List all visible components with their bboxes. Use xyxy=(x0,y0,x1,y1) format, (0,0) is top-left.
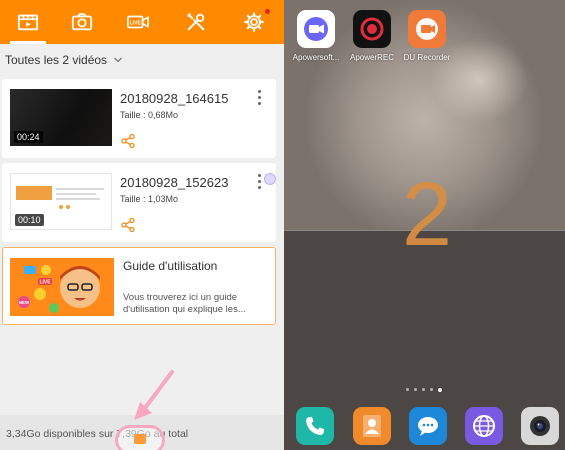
page-dot xyxy=(414,388,417,391)
camera-icon xyxy=(71,13,93,31)
notification-dot xyxy=(265,9,270,14)
page-dot xyxy=(422,388,425,391)
tab-settings[interactable] xyxy=(226,0,282,44)
phone-home-screen: Apowersoft... ApowerREC DU Recorder 2 xyxy=(284,0,565,450)
guide-illustration: LIVE NEW xyxy=(10,258,114,316)
app-label: Apowersoft... xyxy=(292,53,340,62)
phone-icon[interactable] xyxy=(296,407,334,445)
page-dot-active xyxy=(438,387,442,392)
video-app-panel: LIVE Toutes les 2 vidéos 00:24 20180928_… xyxy=(0,0,284,450)
page-indicator xyxy=(406,387,442,392)
page-dot xyxy=(430,388,433,391)
share-icon[interactable] xyxy=(120,133,136,149)
guide-badge-live: LIVE xyxy=(39,280,51,286)
filter-label: Toutes les 2 vidéos xyxy=(5,53,108,67)
video-thumbnail[interactable]: 00:10 xyxy=(10,173,112,230)
contacts-icon[interactable] xyxy=(353,407,391,445)
more-options-icon[interactable] xyxy=(254,89,264,107)
tab-live[interactable]: LIVE xyxy=(110,0,166,44)
app-apowersoft[interactable]: Apowersoft... xyxy=(286,10,346,62)
video-size: Taille : 1,03Mo xyxy=(120,194,179,204)
apowersoft-icon xyxy=(297,10,335,48)
page-dot xyxy=(406,388,409,391)
top-tab-bar: LIVE xyxy=(0,0,284,44)
record-fab-button[interactable] xyxy=(115,425,165,450)
tab-screenshot[interactable] xyxy=(54,0,110,44)
video-duration: 00:10 xyxy=(15,214,44,226)
floating-record-button[interactable] xyxy=(264,173,276,185)
chevron-down-icon xyxy=(114,57,123,63)
video-title: 20180928_164615 xyxy=(120,91,229,106)
recorder-icon xyxy=(134,434,146,444)
tools-icon xyxy=(187,13,205,31)
camera-icon[interactable] xyxy=(521,407,559,445)
guide-badge-new: NEW xyxy=(19,300,30,305)
user-guide-card[interactable]: LIVE NEW Guide d'utilisation Vous trouve… xyxy=(2,247,276,325)
countdown-number: 2 xyxy=(402,165,453,265)
share-icon[interactable] xyxy=(120,217,136,233)
gear-icon xyxy=(244,12,264,32)
du-recorder-icon xyxy=(408,10,446,48)
tab-videos[interactable] xyxy=(0,0,56,44)
live-icon: LIVE xyxy=(127,15,149,29)
video-duration: 00:24 xyxy=(14,131,43,143)
video-card[interactable]: 00:24 20180928_164615 Taille : 0,68Mo xyxy=(2,79,276,158)
app-label: ApowerREC xyxy=(349,53,394,62)
guide-description: Vous trouverez ici un guide d'utilisatio… xyxy=(123,292,246,315)
video-list-icon xyxy=(17,14,39,31)
thumbnail-image xyxy=(16,186,52,200)
browser-icon[interactable] xyxy=(465,407,503,445)
video-filter-dropdown[interactable]: Toutes les 2 vidéos xyxy=(0,44,284,76)
app-label: DU Recorder xyxy=(403,53,451,62)
video-size: Taille : 0,68Mo xyxy=(120,110,179,120)
tab-tools[interactable] xyxy=(168,0,224,44)
messages-icon[interactable] xyxy=(409,407,447,445)
live-icon-text: LIVE xyxy=(130,20,142,26)
apowerrec-icon xyxy=(353,10,391,48)
video-title: 20180928_152623 xyxy=(120,175,229,190)
guide-title: Guide d'utilisation xyxy=(123,259,218,273)
video-thumbnail[interactable]: 00:24 xyxy=(10,89,112,146)
app-du-recorder[interactable]: DU Recorder xyxy=(397,10,457,62)
video-card[interactable]: 00:10 20180928_152623 Taille : 1,03Mo xyxy=(2,163,276,242)
app-apowerrec[interactable]: ApowerREC xyxy=(342,10,402,62)
more-options-icon[interactable] xyxy=(254,173,264,191)
